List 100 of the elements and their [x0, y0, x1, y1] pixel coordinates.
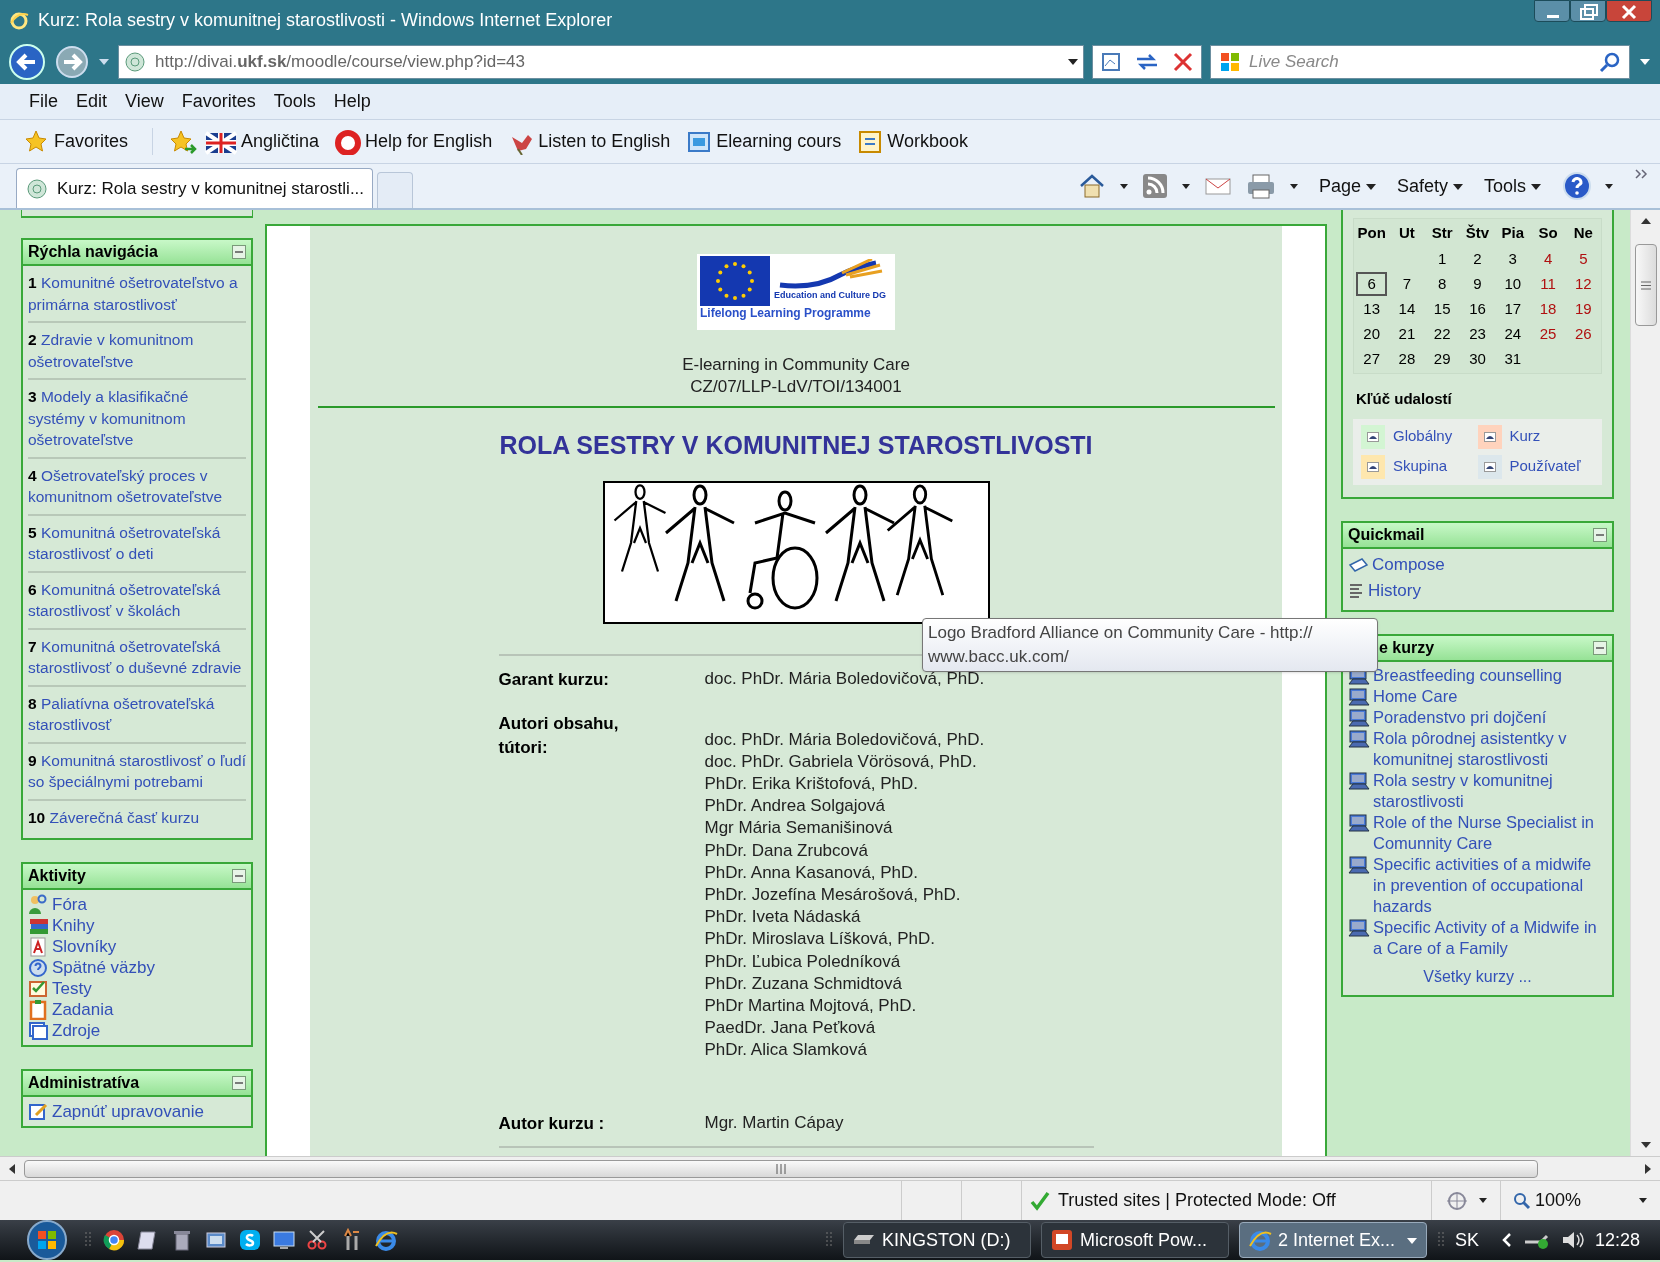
event-key-link[interactable]: Používateľ: [1509, 455, 1581, 478]
favorite-link[interactable]: Elearning cours: [716, 128, 842, 155]
help-icon[interactable]: [1562, 171, 1592, 201]
favorite-link[interactable]: Workbook: [887, 128, 969, 155]
person-name: PhDr. Jozefína Mesárošová, PhD.: [704, 883, 962, 906]
section-link[interactable]: 9 Komunitná starostlivosť o ľudí so špeciálnymi potrebami: [28, 749, 246, 793]
add-favorite-star-icon[interactable]: [169, 128, 198, 155]
search-field[interactable]: Live Search: [1210, 45, 1630, 79]
command-button[interactable]: Tools: [1483, 172, 1542, 200]
course-link[interactable]: Breastfeeding counselling: [1373, 664, 1562, 686]
event-key-link[interactable]: Globálny: [1393, 425, 1453, 448]
taskbar-button[interactable]: Microsoft Pow...: [1040, 1222, 1229, 1258]
activity-link[interactable]: Zapnúť upravovanie: [52, 1098, 204, 1125]
course-link[interactable]: Rola sestry v komunitnej starostlivosti: [1373, 769, 1607, 812]
language-indicator[interactable]: SK: [1454, 1226, 1479, 1254]
menu-item[interactable]: Help: [324, 88, 380, 115]
collapse-icon[interactable]: [232, 869, 246, 883]
collapse-icon[interactable]: [1593, 640, 1607, 655]
quickmail-link[interactable]: History: [1368, 577, 1421, 604]
scroll-up-icon[interactable]: [1639, 216, 1652, 226]
menu-item[interactable]: Edit: [67, 88, 117, 115]
favorite-link[interactable]: Help for English: [365, 128, 493, 155]
calendar-day[interactable]: 2: [1462, 246, 1493, 271]
section-link[interactable]: 2 Zdravie v komunitnom ošetrovateľstve: [28, 329, 246, 372]
search-options-caret-icon[interactable]: [1638, 57, 1652, 67]
speaker-icon[interactable]: [1560, 1230, 1585, 1250]
favorite-link[interactable]: Angličtina: [241, 128, 320, 155]
calendar-day[interactable]: 6: [1356, 271, 1387, 296]
logo-caption: Education and Culture DG: [774, 289, 886, 303]
scroll-left-icon[interactable]: [8, 1162, 16, 1175]
scroll-thumb[interactable]: [24, 1159, 1538, 1178]
search-field[interactable]: Live Search: [1249, 47, 1591, 77]
scroll-right-icon[interactable]: [1644, 1162, 1652, 1175]
section-link[interactable]: 8 Paliatívna ošetrovateľská starostlivosť: [28, 692, 246, 736]
monitor-icon[interactable]: [272, 1228, 296, 1252]
taskbar-button[interactable]: 2 Internet Ex...: [1238, 1222, 1427, 1258]
quickmail-link[interactable]: Compose: [1372, 551, 1445, 578]
browser-tab[interactable]: Kurz: Rola sestry v komunitnej starostli...: [16, 168, 374, 208]
section-link[interactable]: 5 Komunitná ošetrovateľská starostlivosť o deti: [28, 521, 246, 565]
vertical-scrollbar[interactable]: [1630, 210, 1660, 1156]
calendar-day[interactable]: 12: [1564, 271, 1603, 296]
menu-item[interactable]: Favorites: [172, 88, 265, 115]
command-button[interactable]: Safety: [1396, 172, 1464, 200]
course-link[interactable]: Specific activities of a midwife in prevention of occupational hazards: [1373, 853, 1607, 917]
section-link[interactable]: 10 Záverečná časť kurzu: [28, 806, 246, 828]
window-icon: [28, 1020, 48, 1041]
info-label: Autori obsahu, tútori:: [498, 713, 619, 757]
calendar-day[interactable]: 1: [1427, 246, 1458, 271]
search-icon[interactable]: [1599, 51, 1621, 73]
history-caret-icon[interactable]: [98, 57, 110, 67]
course-link[interactable]: Rola pôrodnej asistentky v komunitnej starostlivosti: [1373, 727, 1607, 770]
caret-icon[interactable]: [1180, 181, 1191, 191]
section-link[interactable]: 7 Komunitná ošetrovateľská starostlivosť o duševné zdravie: [28, 635, 246, 679]
menu-item[interactable]: File: [20, 88, 67, 115]
browser-e-icon[interactable]: [374, 1228, 398, 1252]
course-link[interactable]: Role of the Nurse Specialist in Comunnity Care: [1373, 811, 1607, 854]
favorite-link[interactable]: Listen to English: [538, 128, 671, 155]
person-name: doc. PhDr. Gabriela Vörösová, PhD.: [704, 750, 978, 773]
scroll-thumb[interactable]: [1634, 244, 1657, 326]
address-bar[interactable]: http://divai.ukf.sk/moodle/course/view.php?id=43: [118, 45, 1084, 79]
rss-feed-icon[interactable]: [1140, 172, 1169, 200]
favorite-link[interactable]: Favorites: [54, 128, 129, 155]
command-button[interactable]: Page: [1318, 172, 1377, 200]
menu-item[interactable]: Tools: [264, 88, 325, 115]
lifebuoy-icon: [335, 128, 362, 155]
section-link[interactable]: 3 Modely a klasifikačné systémy v komunitnom ošetrovateľstve: [28, 386, 246, 451]
caret-icon[interactable]: [1288, 181, 1299, 191]
collapse-icon[interactable]: [232, 245, 246, 259]
all-courses-link[interactable]: Všetky kurzy ...: [1348, 964, 1607, 989]
calendar-day[interactable]: 4: [1532, 246, 1564, 271]
menu-item[interactable]: View: [116, 88, 173, 115]
taskbar-button[interactable]: KINGSTON (D:): [842, 1222, 1031, 1258]
course-link[interactable]: Poradenstvo pri dojčení: [1373, 706, 1547, 728]
caret-icon[interactable]: [1604, 181, 1614, 191]
collapse-icon[interactable]: [232, 1076, 246, 1090]
event-key-link[interactable]: Skupina: [1393, 455, 1448, 478]
horizontal-scrollbar[interactable]: [0, 1156, 1660, 1180]
chevron-left-icon[interactable]: [1500, 1232, 1513, 1248]
calendar-day[interactable]: 3: [1497, 246, 1528, 271]
collapse-icon[interactable]: [1593, 527, 1607, 542]
back-button[interactable]: [8, 43, 46, 81]
course-link[interactable]: Specific Activity of a Midwife in a Care of a Family: [1373, 916, 1607, 959]
section-link[interactable]: 1 Komunitné ošetrovateľstvo a primárna starostlivosť: [28, 272, 246, 315]
calendar-day[interactable]: 5: [1568, 246, 1599, 271]
section-link[interactable]: 4 Ošetrovateľský proces v komunitnom ošetrovateľstve: [28, 464, 246, 508]
caret-icon[interactable]: [1118, 181, 1129, 191]
event-key-link[interactable]: Kurz: [1509, 425, 1541, 448]
chat-app-icon[interactable]: [238, 1228, 262, 1252]
calendar-day[interactable]: 7: [1391, 271, 1423, 296]
forward-button[interactable]: [54, 44, 90, 80]
caret-icon[interactable]: [1478, 1196, 1488, 1205]
calendar-day[interactable]: 9: [1462, 271, 1493, 296]
course-link[interactable]: Home Care: [1373, 685, 1458, 707]
calendar-day[interactable]: 8: [1427, 271, 1458, 296]
section-link[interactable]: 6 Komunitná ošetrovateľská starostlivosť v školách: [28, 578, 246, 622]
dropdown-caret-icon[interactable]: [1067, 57, 1079, 67]
chrome-browser-icon[interactable]: [102, 1228, 126, 1252]
clock[interactable]: 12:28: [1594, 1226, 1640, 1254]
scroll-down-icon[interactable]: [1639, 1140, 1652, 1150]
chevron-icon[interactable]: [1634, 168, 1648, 180]
